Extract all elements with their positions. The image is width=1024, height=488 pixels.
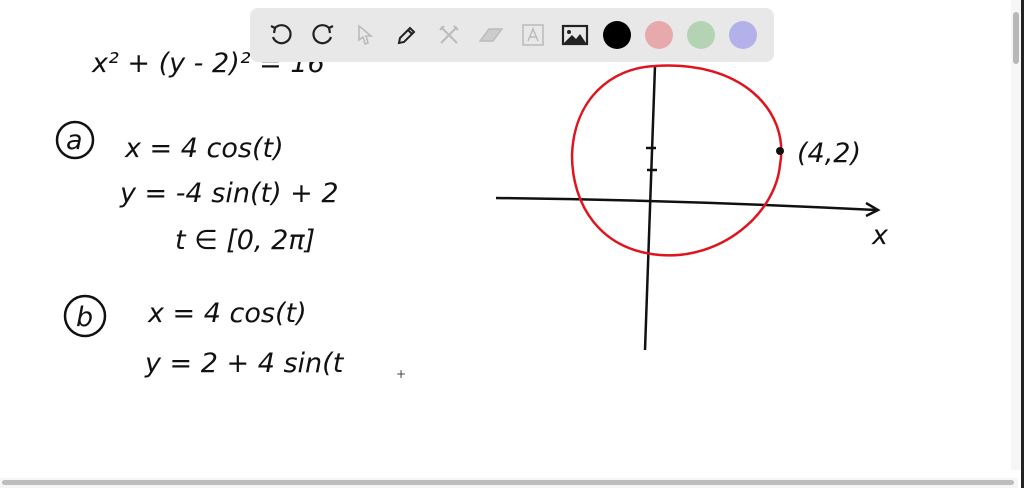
color-swatch-purple [729, 21, 757, 49]
point-label: (4,2) [797, 138, 861, 169]
pen-button[interactable] [386, 14, 428, 56]
select-icon [358, 24, 374, 46]
color-swatch-black [603, 21, 631, 49]
part-b-y-equation: y = 2 + 4 sin(t [144, 348, 345, 379]
vertical-scroll-thumb[interactable] [1013, 12, 1019, 64]
x-axis [495, 196, 877, 212]
redo-button[interactable] [302, 14, 344, 56]
image-icon [561, 24, 589, 46]
text-icon [522, 24, 544, 46]
part-a-label: a [66, 125, 83, 156]
horizontal-scroll-thumb[interactable] [2, 480, 1014, 485]
color-purple[interactable] [722, 14, 764, 56]
color-red[interactable] [638, 14, 680, 56]
undo-button[interactable] [260, 14, 302, 56]
vertical-scrollbar[interactable] [1011, 0, 1021, 470]
color-green[interactable] [680, 14, 722, 56]
circle-graph [570, 64, 783, 257]
drawing-toolbar [250, 8, 774, 62]
eraser-button[interactable] [470, 14, 512, 56]
part-b-label: b [76, 302, 93, 333]
select-button[interactable] [344, 14, 386, 56]
undo-icon [270, 24, 292, 45]
part-a-domain: t ∈ [0, 2π] [175, 225, 315, 256]
color-swatch-red [645, 21, 673, 49]
y-axis [643, 65, 657, 351]
image-button[interactable] [554, 14, 596, 56]
tools-icon [439, 25, 459, 44]
cursor-crosshair: + [396, 367, 406, 381]
eraser-icon [478, 28, 504, 42]
point-marker [776, 147, 784, 155]
text-button[interactable] [512, 14, 554, 56]
part-b-x-equation: x = 4 cos(t) [147, 298, 307, 329]
whiteboard-canvas[interactable]: x² + (y - 2)² = 16 a x = 4 cos(t) y = -4… [0, 0, 1024, 488]
redo-icon [312, 24, 334, 45]
color-black[interactable] [596, 14, 638, 56]
part-a-y-equation: y = -4 sin(t) + 2 [119, 178, 339, 209]
x-axis-label: x [871, 220, 889, 251]
tools-button[interactable] [428, 14, 470, 56]
pen-icon [397, 26, 416, 45]
color-swatch-green [687, 21, 715, 49]
horizontal-scrollbar[interactable] [0, 478, 1018, 488]
part-a-x-equation: x = 4 cos(t) [124, 133, 284, 164]
